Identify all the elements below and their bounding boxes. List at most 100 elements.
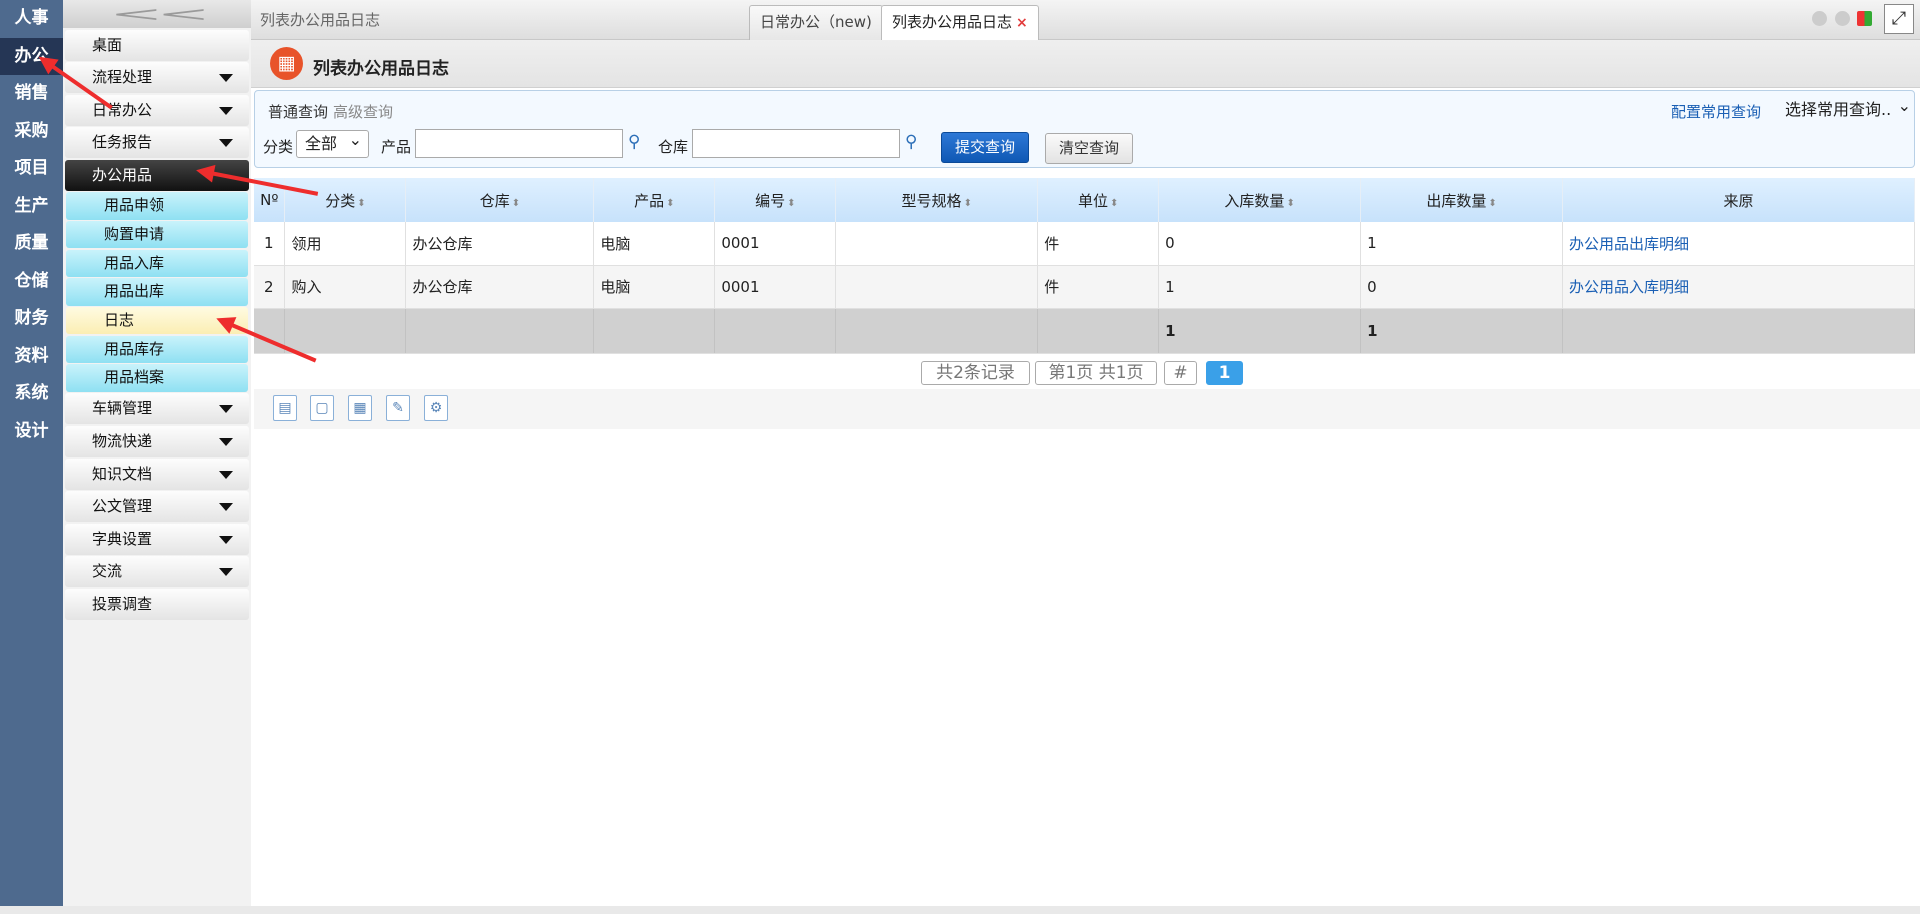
module-production[interactable]: 生产 [0,188,63,226]
submenu-item-purchase-request[interactable]: 购置申请 [66,220,248,249]
submenu-item-stock-out[interactable]: 用品出库 [66,278,248,306]
sidebar-item-label: 办公用品 [92,165,153,184]
tab-daily-office[interactable]: 日常办公（new) [749,5,883,40]
module-finance[interactable]: 财务 [0,300,63,338]
grid-icon-glyph: ▦ [277,52,296,74]
module-project[interactable]: 项目 [0,150,63,188]
caret-down-icon [219,405,233,414]
sidebar-item-vote[interactable]: 投票调查 [65,588,249,620]
scroll-left-icon[interactable] [1812,11,1827,26]
close-icon[interactable]: × [1016,15,1028,31]
breadcrumb: 列表办公用品日志 [260,11,381,29]
product-input[interactable] [415,129,623,158]
column-header-product[interactable]: 产品 ⬍ [593,178,716,222]
tab-supply-log[interactable]: 列表办公用品日志 × [881,5,1039,40]
page-header: ▦ 列表办公用品日志 [251,40,1920,88]
tab-advanced-query[interactable]: 高级查询 [333,101,393,122]
submenu-item-archive[interactable]: 用品档案 [66,364,248,392]
submenu-item-supply-request[interactable]: 用品申领 [66,192,248,220]
table-row[interactable]: 2 购入 办公仓库 电脑 0001 件 1 0 办公用品入库明细 [254,265,1915,309]
sidebar: << 桌面 流程处理 日常办公 任务报告 办公用品 用品申领 购置申请 用品入库… [63,0,251,914]
sidebar-collapse-button[interactable]: << [63,0,251,28]
header-label: 出库数量 [1426,191,1487,210]
category-select[interactable]: 全部 [296,127,369,158]
search-icon[interactable]: ⚲ [905,132,917,152]
table-row[interactable]: 1 领用 办公仓库 电脑 0001 件 0 1 办公用品出库明细 [254,222,1915,266]
scroll-right-icon[interactable] [1835,11,1850,26]
submenu-item-inventory[interactable]: 用品库存 [66,335,248,364]
column-header-warehouse[interactable]: 仓库 ⬍ [405,178,595,222]
sort-icon: ⬍ [787,197,796,209]
column-header-code[interactable]: 编号 ⬍ [714,178,837,222]
sidebar-item-task-report[interactable]: 任务报告 [65,127,249,159]
column-header-category[interactable]: 分类 ⬍ [284,178,407,222]
tab-list-icon[interactable] [1857,11,1872,26]
module-design[interactable]: 设计 [0,413,63,451]
footer-in-total: 1 [1158,308,1362,354]
submit-query-button[interactable]: 提交查询 [941,132,1029,163]
cell-out-qty: 0 [1360,265,1564,309]
module-warehouse[interactable]: 仓储 [0,263,63,301]
module-system[interactable]: 系统 [0,375,63,413]
export-icon[interactable]: ▢ [310,395,334,421]
settings-icon[interactable]: ⚙ [424,395,448,421]
pager-goto-button[interactable]: # [1164,361,1197,385]
footer-cell [835,308,1039,354]
column-header-unit[interactable]: 单位 ⬍ [1037,178,1160,222]
module-nav: 人事 办公 销售 采购 项目 生产 质量 仓储 财务 资料 系统 设计 [0,0,63,914]
sidebar-item-label: 车辆管理 [92,399,153,418]
column-header-model[interactable]: 型号规格 ⬍ [835,178,1039,222]
warehouse-input[interactable] [692,129,900,158]
pager-record-count: 共2条记录 [921,361,1030,385]
caret-down-icon [219,503,233,512]
module-quality[interactable]: 质量 [0,225,63,263]
column-header-source: 来原 [1562,178,1915,222]
submenu-item-stock-in[interactable]: 用品入库 [66,249,248,278]
sidebar-item-logistics[interactable]: 物流快递 [65,425,249,457]
module-data[interactable]: 资料 [0,338,63,376]
double-chevron-left-icon: << [109,2,211,26]
sidebar-item-documents[interactable]: 公文管理 [65,491,249,523]
search-icon[interactable]: ⚲ [628,132,640,152]
sidebar-item-knowledge[interactable]: 知识文档 [65,458,249,490]
module-hr[interactable]: 人事 [0,0,63,38]
caret-down-icon [219,74,233,83]
header-label: 产品 [634,191,665,210]
sort-icon: ⬍ [1110,197,1119,209]
tab-label: 日常办公（new) [760,13,872,31]
pager-current-page[interactable]: 1 [1206,361,1243,385]
sidebar-item-vehicles[interactable]: 车辆管理 [65,393,249,425]
query-panel: 普通查询 高级查询 分类 全部 产品 ⚲ 仓库 ⚲ 提交查询 清空查询 配置常用… [254,90,1915,168]
sidebar-item-label: 公文管理 [92,497,153,516]
page-title: 列表办公用品日志 [313,59,449,79]
cell-code: 0001 [714,222,837,266]
clear-query-button[interactable]: 清空查询 [1045,133,1133,164]
sidebar-item-daily-office[interactable]: 日常办公 [65,94,249,126]
sidebar-item-dictionary[interactable]: 字典设置 [65,523,249,555]
source-link[interactable]: 办公用品入库明细 [1569,278,1689,296]
pager-page-info: 第1页 共1页 [1035,361,1157,385]
cell-in-qty: 1 [1158,265,1362,309]
cell-model [835,222,1039,266]
sidebar-item-workflow[interactable]: 流程处理 [65,62,249,94]
fullscreen-button[interactable]: ⤢ [1884,4,1914,34]
tab-normal-query[interactable]: 普通查询 [268,101,328,122]
tab-bar: 列表办公用品日志 日常办公（new) 列表办公用品日志 × ⤢ [251,0,1920,40]
sidebar-item-communication[interactable]: 交流 [65,556,249,588]
caret-down-icon [219,470,233,479]
column-header-out-qty[interactable]: 出库数量 ⬍ [1360,178,1564,222]
common-query-select[interactable]: 选择常用查询.. [1781,93,1913,122]
source-link[interactable]: 办公用品出库明细 [1569,235,1689,253]
module-sales[interactable]: 销售 [0,75,63,113]
sidebar-item-desktop[interactable]: 桌面 [65,29,249,61]
config-common-query-link[interactable]: 配置常用查询 [1671,101,1761,122]
header-label: 入库数量 [1224,191,1285,210]
data-table: Nº 分类 ⬍ 仓库 ⬍ 产品 ⬍ 编号 ⬍ 型号规格 ⬍ 单位 ⬍ 入库数量 ⬍ 出库数量 ⬍… [254,178,1915,354]
module-purchase[interactable]: 采购 [0,113,63,151]
cell-number: 2 [254,265,286,309]
table-icon[interactable]: ▦ [348,395,372,421]
sidebar-item-label: 投票调查 [92,594,153,613]
column-select-icon[interactable]: ▤ [273,395,297,421]
edit-icon[interactable]: ✎ [386,395,410,421]
column-header-in-qty[interactable]: 入库数量 ⬍ [1158,178,1362,222]
